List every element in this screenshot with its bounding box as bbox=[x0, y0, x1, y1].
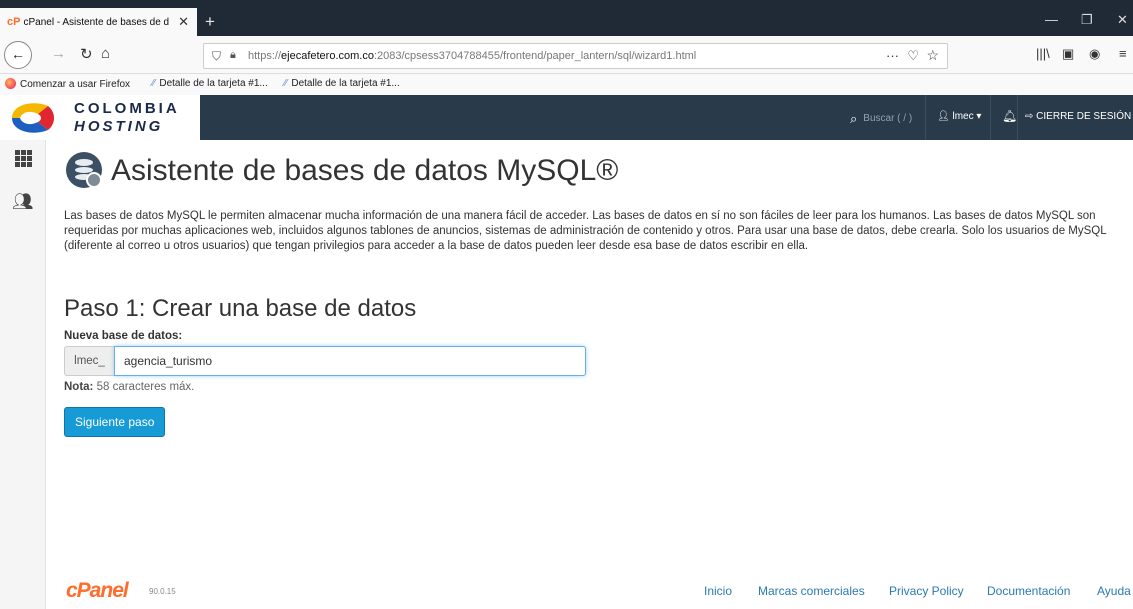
tracking-shield-icon[interactable]: ⛉ bbox=[212, 49, 221, 64]
next-step-button[interactable]: Siguiente paso bbox=[64, 407, 166, 437]
user-menu[interactable]: 👤︎ lmec ▾ bbox=[937, 111, 981, 122]
home-icon[interactable]: ⌂ bbox=[101, 45, 110, 62]
cpanel-favicon-icon: cP bbox=[7, 16, 21, 28]
users-icon[interactable]: 👥︎ bbox=[12, 192, 34, 212]
bookmarks-bar: Comenzar a usar Firefox ⁄⁄ Detalle de la … bbox=[0, 74, 1133, 95]
bookmark-item[interactable]: Comenzar a usar Firefox bbox=[5, 78, 130, 90]
user-icon: 👤︎ bbox=[937, 111, 950, 122]
footer-link-documentation[interactable]: Documentación bbox=[987, 584, 1070, 598]
logout-button[interactable]: ⇨ CIERRE DE SESIÓN bbox=[1025, 111, 1131, 122]
browser-tab[interactable]: cP cPanel - Asistente de bases de d ✕ bbox=[0, 8, 197, 36]
username: lmec bbox=[952, 111, 974, 122]
back-arrow-icon[interactable]: ← bbox=[4, 41, 32, 69]
header-divider bbox=[1017, 95, 1018, 140]
url-bar[interactable]: ⛉ 🔒︎ https://ejecafetero.com.co:2083/cps… bbox=[203, 43, 948, 69]
page-description: Las bases de datos MySQL le permiten alm… bbox=[64, 210, 1107, 252]
search-field[interactable]: ⌕ Buscar ( / ) bbox=[850, 111, 912, 127]
bookmark-item[interactable]: ⁄⁄ Detalle de la tarjeta #1... bbox=[284, 78, 400, 89]
footer-link-trademarks[interactable]: Marcas comerciales bbox=[758, 584, 865, 598]
tab-close-icon[interactable]: ✕ bbox=[178, 14, 189, 30]
main-content: Asistente de bases de datos MySQL® Las b… bbox=[46, 140, 1133, 609]
new-database-input[interactable] bbox=[114, 346, 586, 376]
pocket-icon[interactable]: ♡ bbox=[907, 48, 919, 64]
database-prefix: lmec_ bbox=[64, 346, 114, 376]
header-divider bbox=[990, 95, 991, 140]
maximize-icon[interactable]: ❐ bbox=[1081, 12, 1093, 28]
database-wizard-icon bbox=[66, 152, 102, 188]
apps-grid-icon[interactable] bbox=[15, 150, 32, 167]
forward-arrow-icon[interactable]: → bbox=[51, 45, 66, 62]
reload-icon[interactable]: ↻ bbox=[80, 45, 93, 63]
logout-icon: ⇨ bbox=[1025, 111, 1034, 122]
step-title: Paso 1: Crear una base de datos bbox=[64, 295, 417, 322]
page-title: Asistente de bases de datos MySQL® bbox=[111, 154, 619, 187]
browser-nav-bar: ← → ↻ ⌂ ⛉ 🔒︎ https://ejecafetero.com.co:… bbox=[0, 36, 1133, 74]
field-note: Nota: 58 caracteres máx. bbox=[64, 381, 195, 393]
bookmark-star-icon[interactable]: ☆ bbox=[926, 47, 939, 64]
caret-down-icon: ▾ bbox=[976, 111, 982, 122]
cpanel-footer-logo: cPanel bbox=[66, 579, 129, 602]
url-text[interactable]: https://ejecafetero.com.co:2083/cpsess37… bbox=[248, 50, 696, 62]
new-tab-button[interactable]: + bbox=[205, 12, 215, 32]
tab-title: cPanel - Asistente de bases de d bbox=[23, 16, 170, 28]
sidebar-toggle-icon[interactable]: ▣ bbox=[1062, 46, 1074, 62]
search-placeholder: Buscar ( / ) bbox=[863, 113, 913, 124]
colombia-hosting-logo[interactable]: COLOMBIA HOSTING bbox=[0, 95, 200, 140]
new-database-label: Nueva base de datos: bbox=[64, 330, 183, 342]
account-icon[interactable]: ◉ bbox=[1089, 46, 1100, 62]
logo-line-2: HOSTING bbox=[74, 118, 164, 135]
footer-link-privacy[interactable]: Privacy Policy bbox=[889, 584, 964, 598]
logout-label: CIERRE DE SESIÓN bbox=[1036, 111, 1132, 122]
cpanel-version: 90.0.15 bbox=[149, 587, 176, 596]
notifications-bell-icon[interactable]: 🔔︎ bbox=[1002, 109, 1017, 123]
browser-tab-bar: cP cPanel - Asistente de bases de d ✕ + … bbox=[0, 6, 1133, 36]
window-close-icon[interactable]: ✕ bbox=[1117, 12, 1128, 28]
bookmark-icon: ⁄⁄ bbox=[284, 78, 288, 89]
cpanel-sidebar: 👥︎ bbox=[0, 140, 46, 609]
cpanel-header: COLOMBIA HOSTING ⌕ Buscar ( / ) 👤︎ lmec ▾… bbox=[0, 95, 1133, 140]
page-actions-icon[interactable]: ··· bbox=[886, 48, 899, 63]
lock-icon[interactable]: 🔒︎ bbox=[230, 49, 236, 62]
minimize-icon[interactable]: — bbox=[1045, 12, 1058, 27]
firefox-icon bbox=[5, 78, 16, 89]
header-divider bbox=[925, 95, 926, 140]
library-icon[interactable]: |||\ bbox=[1036, 46, 1050, 61]
bookmark-item[interactable]: ⁄⁄ Detalle de la tarjeta #1... bbox=[152, 78, 268, 89]
footer-link-inicio[interactable]: Inicio bbox=[704, 584, 732, 598]
search-icon: ⌕ bbox=[850, 111, 858, 126]
bookmark-icon: ⁄⁄ bbox=[152, 78, 156, 89]
footer-link-help[interactable]: Ayuda bbox=[1097, 584, 1131, 598]
menu-icon[interactable]: ≡ bbox=[1119, 46, 1127, 61]
colombia-hosting-logo-icon bbox=[12, 103, 54, 133]
logo-line-1: COLOMBIA bbox=[74, 100, 180, 117]
